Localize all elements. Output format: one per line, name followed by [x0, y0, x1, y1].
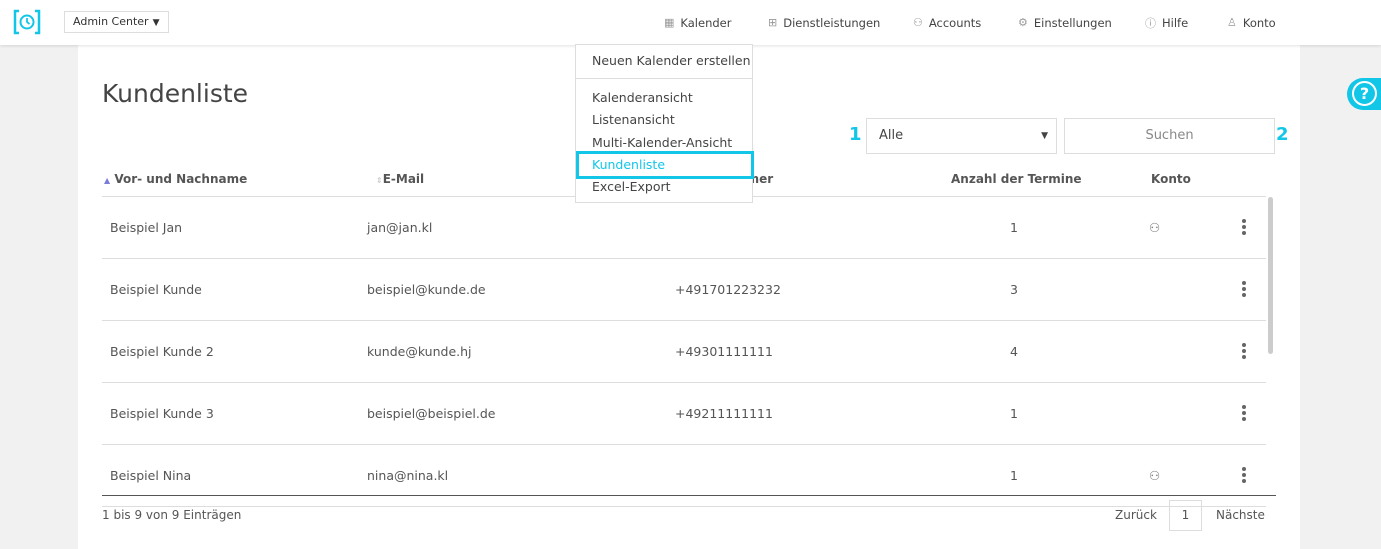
cell-phone: +49301111111 — [675, 344, 773, 359]
sort-icon: ⇕ — [376, 176, 383, 185]
menu-item-listenansicht[interactable]: Listenansicht — [592, 112, 675, 127]
scrollbar[interactable] — [1268, 197, 1273, 354]
menu-divider — [576, 78, 752, 79]
question-icon: ⓘ — [1145, 16, 1156, 30]
table-row[interactable]: Beispiel Kunde 3 beispiel@beispiel.de +4… — [102, 383, 1266, 445]
cell-email: beispiel@kunde.de — [367, 282, 486, 297]
marker-2: 2 — [1276, 124, 1289, 145]
question-icon: ? — [1352, 81, 1377, 106]
nav-dienstleistungen[interactable]: ⊞ Dienstleistungen — [768, 0, 880, 45]
users-icon: ⚇ — [913, 16, 923, 29]
more-options-icon[interactable] — [1242, 405, 1248, 423]
column-header-name[interactable]: ▲ Vor- und Nachname — [104, 172, 247, 186]
nav-hilfe[interactable]: ⓘ Hilfe — [1145, 0, 1188, 45]
cell-phone: +49211111111 — [675, 406, 773, 421]
more-options-icon[interactable] — [1242, 343, 1248, 361]
cell-email: jan@jan.kl — [367, 220, 433, 235]
menu-item-kalenderansicht[interactable]: Kalenderansicht — [592, 90, 693, 105]
table-row[interactable]: Beispiel Kunde beispiel@kunde.de +491701… — [102, 259, 1266, 321]
nav-kalender[interactable]: ▦ Kalender — [664, 0, 731, 45]
admin-center-dropdown[interactable]: Admin Center ▼ — [64, 11, 169, 33]
cell-phone: +491701223232 — [675, 282, 781, 297]
menu-item-neuer-kalender[interactable]: Neuen Kalender erstellen — [592, 53, 751, 68]
cell-email: kunde@kunde.hj — [367, 344, 472, 359]
nav-accounts[interactable]: ⚇ Accounts — [913, 0, 981, 45]
sort-asc-icon: ▲ — [104, 176, 111, 185]
help-button[interactable]: ? — [1347, 78, 1381, 110]
caret-down-icon: ▼ — [1041, 131, 1048, 141]
cell-email: beispiel@beispiel.de — [367, 406, 496, 421]
gear-icon: ⚙ — [1018, 16, 1028, 29]
page-title: Kundenliste — [102, 79, 249, 108]
filter-select[interactable]: Alle ▼ — [866, 118, 1057, 154]
cell-count: 3 — [1010, 282, 1018, 297]
menu-item-kundenliste[interactable]: Kundenliste — [592, 157, 665, 172]
cell-count: 1 — [1010, 406, 1018, 421]
entries-info: 1 bis 9 von 9 Einträgen — [102, 508, 242, 522]
table-row[interactable]: Beispiel Jan jan@jan.kl 1 ⚇ — [102, 197, 1266, 259]
next-page-button[interactable]: Nächste — [1216, 508, 1265, 522]
table-bottom-line — [102, 495, 1276, 496]
account-user-icon[interactable]: ⚇ — [1149, 197, 1160, 259]
marker-1: 1 — [849, 124, 862, 145]
search-input[interactable]: Suchen — [1064, 118, 1275, 154]
cell-count: 1 — [1010, 220, 1018, 235]
menu-item-multi-kalender[interactable]: Multi-Kalender-Ansicht — [592, 135, 732, 150]
cell-name: Beispiel Kunde 3 — [110, 406, 214, 421]
account-user-icon[interactable]: ⚇ — [1149, 445, 1160, 507]
user-icon: ♙ — [1227, 16, 1237, 29]
cell-count: 4 — [1010, 344, 1018, 359]
cell-count: 1 — [1010, 468, 1018, 483]
column-header-count[interactable]: Anzahl der Termine — [951, 172, 1082, 186]
nav-konto[interactable]: ♙ Konto — [1227, 0, 1276, 45]
nav-einstellungen[interactable]: ⚙ Einstellungen — [1018, 0, 1112, 45]
prev-page-button[interactable]: Zurück — [1115, 508, 1157, 522]
menu-item-excel-export[interactable]: Excel-Export — [592, 179, 671, 194]
cell-email: nina@nina.kl — [367, 468, 449, 483]
cell-name: Beispiel Nina — [110, 468, 192, 483]
grid-icon: ⊞ — [768, 16, 778, 29]
calendar-icon: ▦ — [664, 16, 675, 29]
table-row[interactable]: Beispiel Nina nina@nina.kl 1 ⚇ — [102, 445, 1266, 507]
more-options-icon[interactable] — [1242, 467, 1248, 485]
more-options-icon[interactable] — [1242, 219, 1248, 237]
top-bar: Admin Center ▼ ▦ Kalender ⊞ Dienstleistunge… — [0, 0, 1381, 45]
column-header-email[interactable]: ⇕E-Mail — [376, 172, 424, 186]
caret-down-icon: ▼ — [152, 18, 160, 28]
column-header-konto: Konto — [1151, 172, 1191, 186]
cell-name: Beispiel Jan — [110, 220, 183, 235]
logo-clock-icon[interactable] — [13, 9, 41, 35]
table-row[interactable]: Beispiel Kunde 2 kunde@kunde.hj +4930111… — [102, 321, 1266, 383]
page-1-button[interactable]: 1 — [1169, 500, 1202, 531]
cell-name: Beispiel Kunde — [110, 282, 202, 297]
cell-name: Beispiel Kunde 2 — [110, 344, 214, 359]
kalender-dropdown-menu: Neuen Kalender erstellen Kalenderansicht… — [575, 44, 754, 203]
more-options-icon[interactable] — [1242, 281, 1248, 299]
